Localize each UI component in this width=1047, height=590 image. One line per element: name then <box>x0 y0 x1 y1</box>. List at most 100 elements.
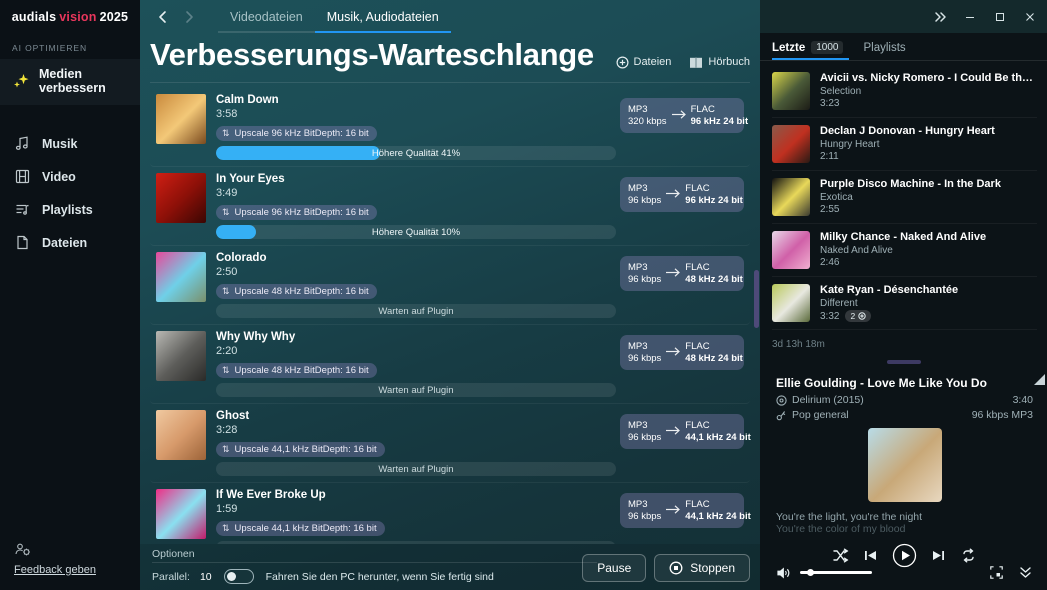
track-info: Why Why Why 2:20 ⇅ Upscale 48 kHz BitDepth:… <box>216 331 744 398</box>
recent-item-title: Milky Chance - Naked And Alive <box>820 231 987 243</box>
tab-playlists[interactable]: Playlists <box>863 42 911 60</box>
upscale-icon: ⇅ <box>222 207 230 218</box>
lyrics-line-2: You're the color of my blood <box>776 523 906 535</box>
album-art <box>772 178 810 216</box>
main-scrollbar-thumb[interactable] <box>754 270 759 328</box>
track-title: If We Ever Broke Up <box>216 489 326 502</box>
tab-musik-audiodateien[interactable]: Musik, Audiodateien <box>314 10 451 33</box>
collapse-player-button[interactable] <box>1018 566 1033 579</box>
track-list[interactable]: Calm Down 3:58 ⇅ Upscale 96 kHz BitDepth: 1… <box>140 82 760 544</box>
upscale-chip: ⇅ Upscale 48 kHz BitDepth: 16 bit <box>216 363 377 379</box>
track-row[interactable]: Ghost 3:28 ⇅ Upscale 44,1 kHz BitDepth: 16 … <box>150 404 751 484</box>
track-row[interactable]: Why Why Why 2:20 ⇅ Upscale 48 kHz BitDepth:… <box>150 325 750 405</box>
tab-letzte[interactable]: Letzte 1000 <box>772 41 850 60</box>
arrow-right-icon <box>665 502 681 520</box>
source-format: MP3 96 kbps <box>628 262 661 285</box>
add-dateien-label: Dateien <box>633 56 672 69</box>
mini-player-button[interactable] <box>989 565 1004 580</box>
back-button[interactable] <box>150 4 176 30</box>
volume-slider[interactable] <box>800 569 872 576</box>
track-row[interactable]: If We Ever Broke Up 1:59 ⇅ Upscale 44,1 kHz… <box>150 483 751 544</box>
header-actions: Dateien Hörbuch <box>615 56 750 69</box>
sidebar-item-video[interactable]: Video <box>0 160 140 193</box>
track-duration: 3:58 <box>216 108 238 121</box>
shutdown-toggle[interactable] <box>223 569 254 584</box>
recent-list-item[interactable]: Avicii vs. Nicky Romero - I Could Be the… <box>772 65 1037 118</box>
sidebar-item-label: Musik <box>42 136 78 151</box>
feedback-label: Feedback geben <box>14 564 96 576</box>
expand-panel-button[interactable] <box>925 2 955 32</box>
source-format-name: MP3 <box>628 262 648 274</box>
sidebar-item-playlists[interactable]: Playlists <box>0 193 140 226</box>
minimize-icon <box>966 16 974 18</box>
sidebar-item-dateien[interactable]: Dateien <box>0 226 140 259</box>
recent-item-meta: Milky Chance - Naked And Alive Naked And … <box>820 231 1037 269</box>
track-row[interactable]: In Your Eyes 3:49 ⇅ Upscale 96 kHz BitDepth… <box>150 167 750 247</box>
now-playing-album: Delirium (2015) <box>776 394 864 406</box>
track-duration: 3:40 <box>1012 394 1033 406</box>
volume-thumb[interactable] <box>807 569 815 576</box>
format-conversion: MP3 96 kbps FLAC 44,1 kHz 24 bit <box>620 493 751 529</box>
window-controls <box>760 0 1047 33</box>
recent-item-album: Naked And Alive <box>820 245 893 256</box>
sidebar-item-medien-verbessern[interactable]: Medien verbessern <box>0 59 140 105</box>
album-art <box>772 72 810 110</box>
repeat-button[interactable] <box>960 547 977 564</box>
previous-button[interactable] <box>862 547 879 564</box>
forward-button[interactable] <box>176 4 202 30</box>
album-art <box>156 173 206 224</box>
target-format-detail: 44,1 kHz 24 bit <box>685 432 751 444</box>
chevrons-right-icon <box>935 11 946 22</box>
sidebar-item-musik[interactable]: Musik <box>0 127 140 160</box>
target-format-detail: 48 kHz 24 bit <box>685 274 743 286</box>
recent-list-item[interactable]: Kate Ryan - Désenchantée Different 3:32 2 <box>772 277 1037 330</box>
arrow-right-icon <box>671 107 687 125</box>
track-title: Colorado <box>216 252 267 265</box>
sparkle-icon <box>12 72 30 90</box>
sidebar-item-label: Medien verbessern <box>39 67 106 95</box>
track-duration: 2:50 <box>216 266 238 279</box>
now-playing-cover <box>867 428 942 502</box>
source-format: MP3 96 kbps <box>628 183 661 206</box>
shuffle-button[interactable] <box>832 547 849 564</box>
status-badge: 2 <box>845 310 872 322</box>
tab-videodateien[interactable]: Videodateien <box>218 10 315 33</box>
target-format-name: FLAC <box>690 104 715 116</box>
feedback-link[interactable]: Feedback geben <box>0 542 140 590</box>
upscale-icon: ⇅ <box>222 523 230 534</box>
recent-list[interactable]: Avicii vs. Nicky Romero - I Could Be the… <box>760 61 1047 330</box>
track-row[interactable]: Calm Down 3:58 ⇅ Upscale 96 kHz BitDepth: 1… <box>150 88 750 168</box>
progress-bar: Höhere Qualität 10% <box>216 225 616 240</box>
panel-resize-handle[interactable] <box>886 360 921 364</box>
recent-list-item[interactable]: Purple Disco Machine - In the Dark Exotic… <box>772 171 1037 224</box>
stop-button[interactable]: Stoppen <box>654 554 750 582</box>
track-row[interactable]: Colorado 2:50 ⇅ Upscale 48 kHz BitDepth: 16… <box>150 246 750 326</box>
close-button[interactable] <box>1015 2 1045 32</box>
equalizer-icon[interactable] <box>1031 372 1047 388</box>
hoerbuch-button[interactable]: Hörbuch <box>689 56 750 69</box>
format-conversion: MP3 320 kbps FLAC 96 kHz 24 bit <box>620 98 748 134</box>
source-format-detail: 320 kbps <box>628 116 667 128</box>
volume-icon[interactable] <box>776 566 791 580</box>
progress-bar: Warten auf Plugin <box>216 541 616 544</box>
track-title: Calm Down <box>216 94 279 107</box>
options-bar: Optionen Parallel: 10 Fahren Sie den PC h… <box>140 544 760 590</box>
minimize-button[interactable] <box>955 2 985 32</box>
recent-item-title: Kate Ryan - Désenchantée <box>820 284 959 296</box>
pause-button[interactable]: Pause <box>582 554 647 582</box>
next-button[interactable] <box>930 547 947 564</box>
track-duration: 3:28 <box>216 424 238 437</box>
recent-list-item[interactable]: Milky Chance - Naked And Alive Naked And … <box>772 224 1037 277</box>
recent-item-duration-row: 2:55 <box>820 204 1037 215</box>
upscale-label: Upscale 48 kHz BitDepth: 16 bit <box>234 286 369 298</box>
maximize-button[interactable] <box>985 2 1015 32</box>
upscale-label: Upscale 96 kHz BitDepth: 16 bit <box>234 128 369 140</box>
recent-list-item[interactable]: Declan J Donovan - Hungry Heart Hungry He… <box>772 118 1037 171</box>
progress-label: Warten auf Plugin <box>216 541 616 544</box>
main-content: Videodateien Musik, Audiodateien Verbess… <box>140 0 760 590</box>
recent-item-meta: Declan J Donovan - Hungry Heart Hungry He… <box>820 125 1037 163</box>
arrow-right-icon <box>665 344 681 362</box>
add-dateien-button[interactable]: Dateien <box>615 56 672 69</box>
disc-icon <box>776 394 787 406</box>
file-icon <box>14 234 31 251</box>
